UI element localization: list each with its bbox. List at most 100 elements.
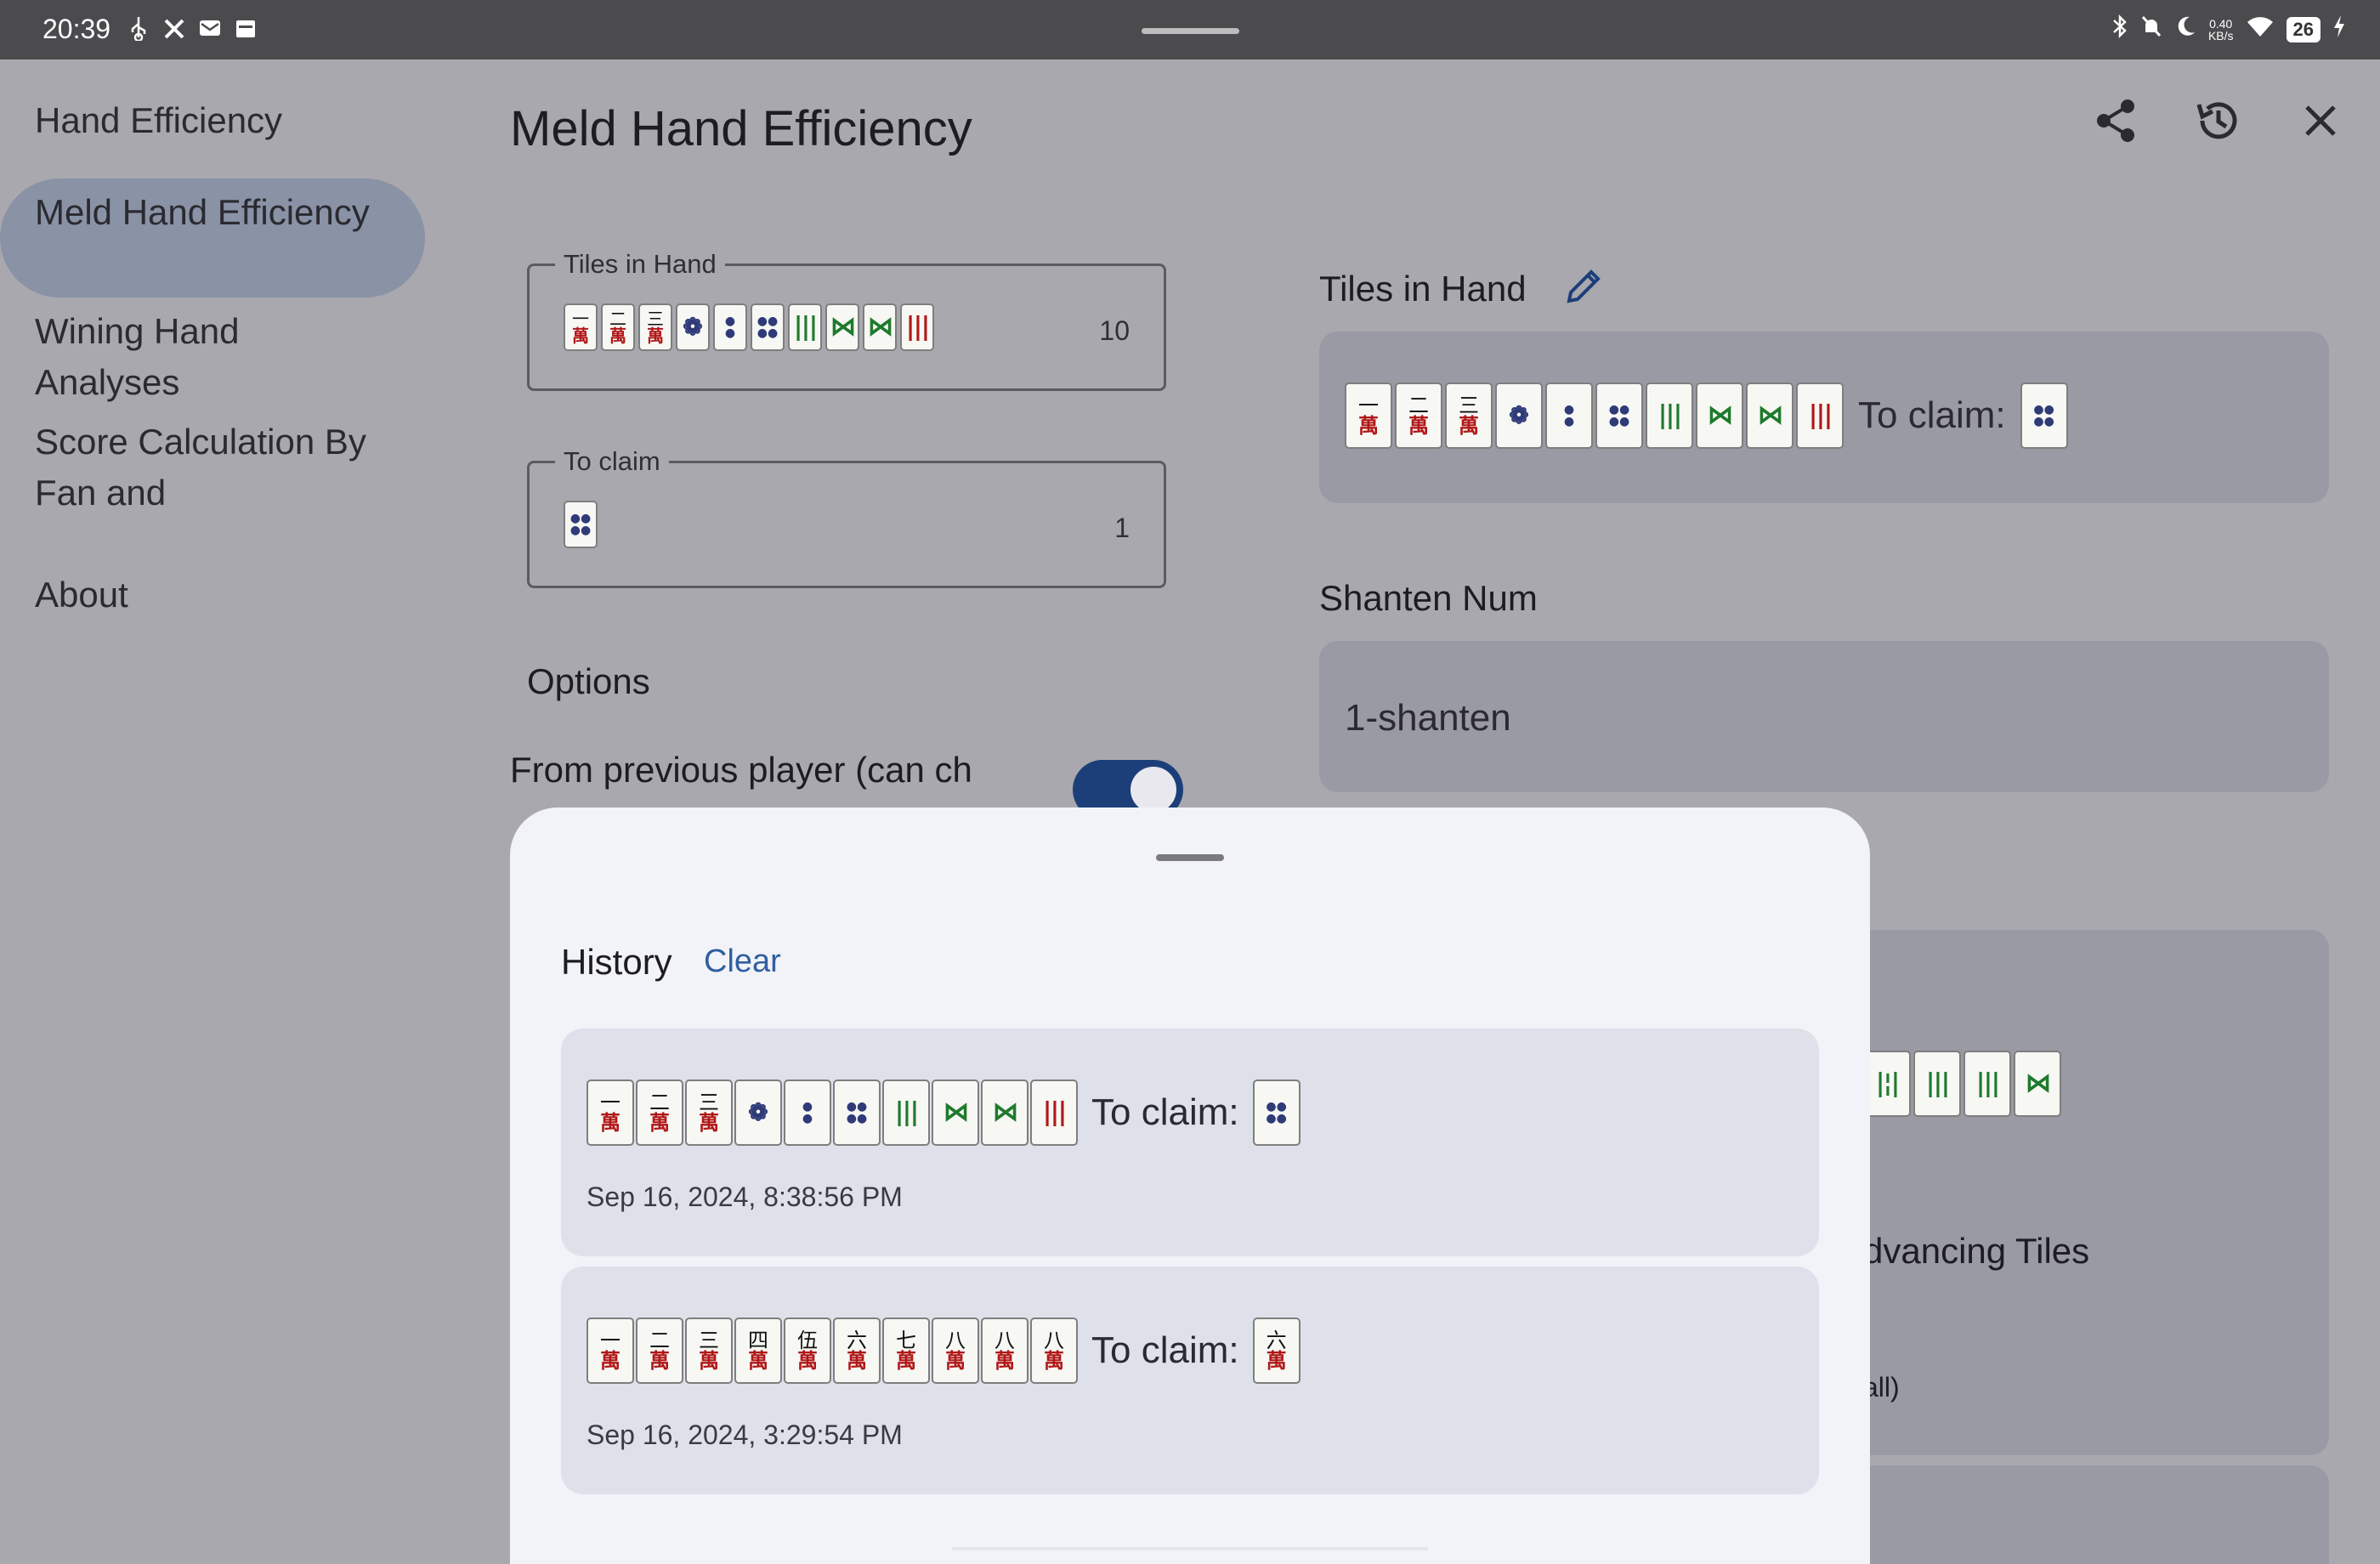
- close-icon[interactable]: [2295, 95, 2346, 146]
- mahjong-tile-man: 一萬: [1345, 382, 1392, 449]
- sheet-drag-handle[interactable]: [1156, 854, 1224, 861]
- mahjong-tile-man: 三萬: [1445, 382, 1493, 449]
- tile-dots: ●● ●●: [570, 512, 592, 537]
- mahjong-tile-sou: ⋈: [932, 1080, 979, 1146]
- result-tiles-row: 一萬二萬三萬 ❁ ● ● ●● ●● ||| ⋈ ⋈ ||| To claim: ●● ●●: [1345, 382, 2068, 449]
- tile-character: 萬: [896, 1348, 916, 1373]
- mahjong-tile-pin: ● ●: [784, 1080, 831, 1146]
- mahjong-tile-man: 二萬: [636, 1318, 683, 1384]
- result-tiles-title: Tiles in Hand: [1319, 269, 1527, 309]
- tile-character: 萬: [649, 1110, 670, 1135]
- mahjong-tile-pin: ●● ●●: [1595, 382, 1643, 449]
- history-icon[interactable]: [2193, 95, 2244, 146]
- nav-item-wining-hand-analyses[interactable]: Wining Hand Analyses: [35, 306, 392, 408]
- tile-dots: ●● ●●: [1608, 403, 1630, 428]
- tile-bamboo: ⋈: [1758, 400, 1783, 430]
- battery-level: 26: [2286, 16, 2320, 42]
- tile-character: 萬: [600, 1348, 620, 1373]
- tile-dots: ❁: [683, 313, 703, 341]
- mahjong-tile-man: 三萬: [638, 303, 672, 351]
- mahjong-tile-man: 七萬: [882, 1318, 930, 1384]
- tile-character: 萬: [847, 1348, 867, 1373]
- to-claim-field[interactable]: To claim ●● ●● 1: [527, 446, 1166, 588]
- mail-icon: [199, 15, 221, 41]
- mahjong-tile-pin: ● ●: [713, 303, 747, 351]
- nav-item-about[interactable]: About: [35, 570, 392, 620]
- nav-item-meld-hand-efficiency[interactable]: Meld Hand Efficiency: [35, 187, 392, 238]
- history-entry-tiles: 一萬二萬三萬四萬伍萬六萬七萬八萬八萬八萬 To claim: 六萬: [586, 1318, 1300, 1384]
- tile-bamboo: |||: [793, 312, 819, 342]
- mahjong-tile-sou: |||: [788, 303, 822, 351]
- mahjong-tile-pin: ●● ●●: [1252, 1080, 1300, 1146]
- tiles-in-hand-count: 10: [1099, 315, 1130, 346]
- shanten-card: 1-shanten: [1319, 641, 2329, 792]
- tile-dots: ●● ●●: [1266, 1100, 1287, 1125]
- window-drag-handle[interactable]: [1142, 28, 1239, 34]
- mahjong-tile-sou: ⋈: [1746, 382, 1794, 449]
- tile-character: 萬: [1459, 413, 1479, 438]
- tiles-in-hand-label: Tiles in Hand: [555, 249, 725, 280]
- options-heading: Options: [527, 661, 650, 701]
- tile-numeral: 一: [572, 309, 589, 329]
- tile-character: 萬: [994, 1348, 1015, 1373]
- mahjong-tile-man: 六萬: [833, 1318, 881, 1384]
- mahjong-tile-sou: ⋈: [1696, 382, 1743, 449]
- calendar-icon: [235, 15, 257, 41]
- tiles-in-hand-field[interactable]: Tiles in Hand 一萬二萬三萬 ❁ ● ● ●● ●● ||| ⋈ ⋈ ||| 10: [527, 249, 1166, 391]
- to-claim-inline-label: To claim:: [1858, 394, 2006, 436]
- to-claim-inline-label: To claim:: [1091, 1091, 1239, 1133]
- history-entry[interactable]: 一萬二萬三萬 ❁ ● ● ●● ●● ||| ⋈ ⋈ ||| To claim: ●● ●● Se…: [561, 1028, 1819, 1256]
- tile-dots: ❁: [1509, 401, 1529, 429]
- shanten-title: Shanten Num: [1319, 578, 1538, 618]
- result-tiles-card: 一萬二萬三萬 ❁ ● ● ●● ●● ||| ⋈ ⋈ ||| To claim: ●● ●●: [1319, 332, 2329, 503]
- tile-bamboo: |||: [1925, 1068, 1951, 1098]
- tile-character: 萬: [649, 1348, 670, 1373]
- history-entry[interactable]: 一萬二萬三萬四萬伍萬六萬七萬八萬八萬八萬 To claim: 六萬 Sep 16, …: [561, 1266, 1819, 1494]
- mahjong-tile-pin: ● ●: [1545, 382, 1593, 449]
- clear-history-button[interactable]: Clear: [704, 944, 781, 980]
- tile-bamboo: ⋈: [2026, 1068, 2051, 1098]
- mahjong-tile-sou: |||: [1796, 382, 1844, 449]
- mahjong-tile-sou: |||: [1964, 1051, 2011, 1117]
- tile-numeral: 三: [647, 309, 664, 329]
- advancing-tiles-title: dvancing Tiles: [1863, 1231, 2090, 1271]
- toggle-knob: [1130, 767, 1176, 813]
- tools-icon: [163, 15, 185, 41]
- mahjong-tile-pin: ●● ●●: [2020, 382, 2068, 449]
- system-icons: 0.40 KB/s 26: [2111, 14, 2346, 45]
- mahjong-tile-man: 一萬: [586, 1318, 634, 1384]
- share-icon[interactable]: [2091, 95, 2142, 146]
- mahjong-tile-man: 一萬: [586, 1080, 634, 1146]
- moon-icon: [2174, 14, 2196, 45]
- tile-bamboo: |||: [894, 1097, 920, 1127]
- tile-character: 萬: [1408, 413, 1429, 438]
- tile-bamboo: ⋈: [830, 312, 856, 342]
- tile-dots: ● ●: [802, 1100, 813, 1125]
- top-app-bar-actions: [2091, 95, 2346, 146]
- mahjong-tile-sou: |||: [1030, 1080, 1078, 1146]
- tile-character: 萬: [609, 326, 626, 346]
- mahjong-tile-man: 二萬: [1395, 382, 1442, 449]
- tile-dots: ❁: [748, 1098, 768, 1126]
- mahjong-tile-man: 八萬: [1030, 1318, 1078, 1384]
- tile-character: 萬: [1358, 413, 1379, 438]
- page-title: Meld Hand Efficiency: [510, 101, 972, 156]
- mahjong-tile-sou: |||: [1913, 1051, 1961, 1117]
- to-claim-tiles: ●● ●●: [564, 501, 598, 548]
- tile-bamboo: |||: [1808, 400, 1833, 430]
- nav-item-score-calculation[interactable]: Score Calculation By Fan and: [35, 416, 392, 527]
- history-entry-time: Sep 16, 2024, 3:29:54 PM: [586, 1420, 903, 1450]
- history-bottom-sheet: History Clear 一萬二萬三萬 ❁ ● ● ●● ●● ||| ⋈ ⋈ ||| To …: [510, 808, 1870, 1564]
- tile-bamboo: ⋈: [944, 1097, 969, 1127]
- edit-icon[interactable]: [1562, 265, 1605, 308]
- mahjong-tile-pin: ●● ●●: [833, 1080, 881, 1146]
- mahjong-tile-man: 一萬: [564, 303, 598, 351]
- status-time: 20:39: [42, 14, 111, 44]
- status-bar: 20:39 0.40 KB/s 26: [0, 0, 2380, 60]
- tile-character: 萬: [1044, 1348, 1064, 1373]
- tile-bamboo: ⋈: [868, 312, 893, 342]
- mahjong-tile-sou: ⋈: [981, 1080, 1028, 1146]
- tile-dots: ● ●: [724, 314, 736, 340]
- mahjong-tile-man: 八萬: [932, 1318, 979, 1384]
- tile-character: 萬: [748, 1348, 768, 1373]
